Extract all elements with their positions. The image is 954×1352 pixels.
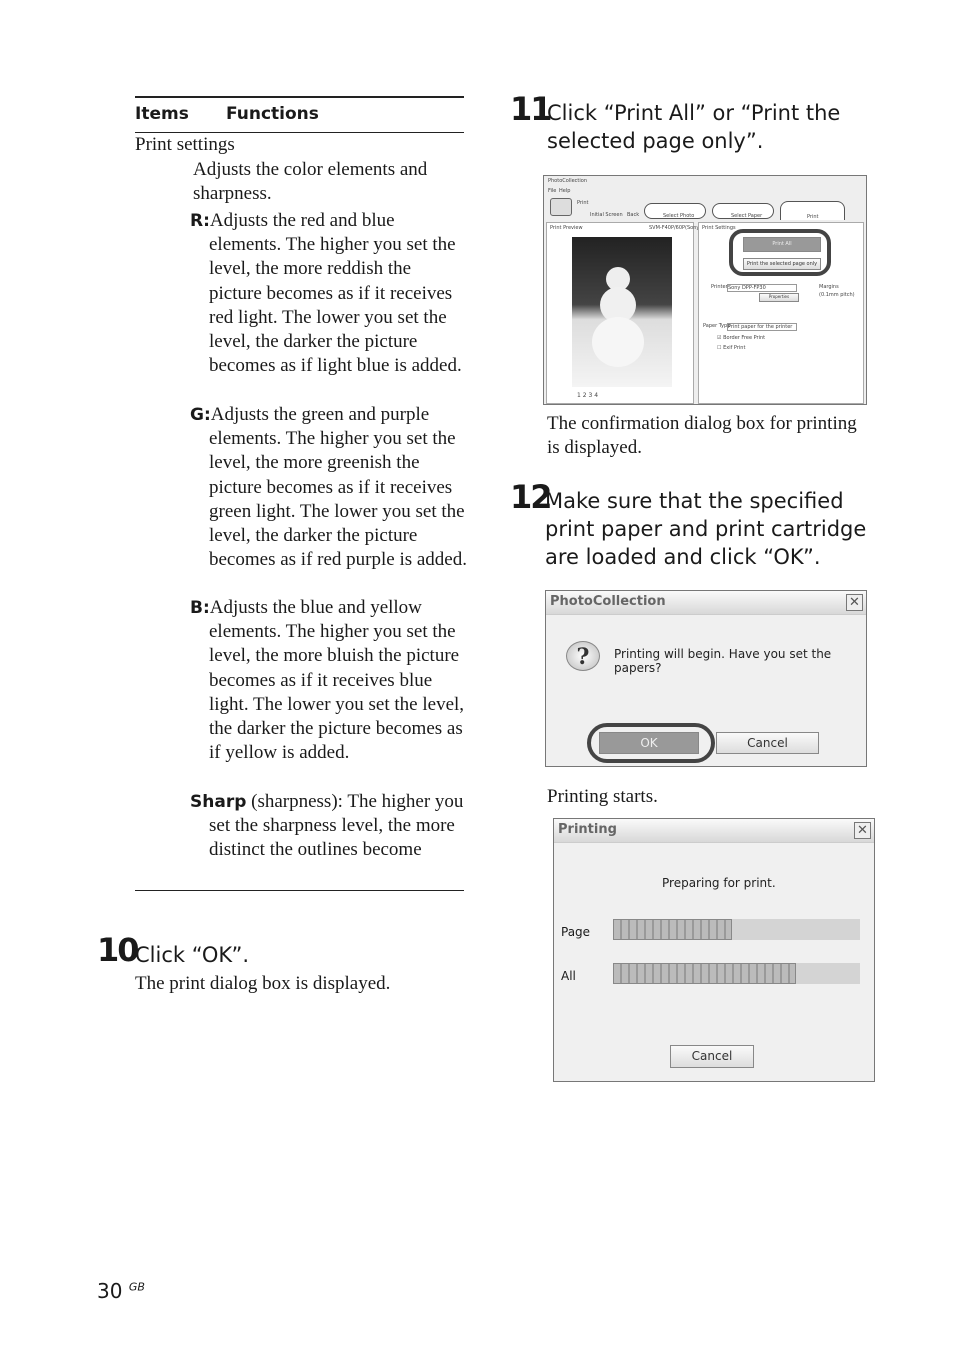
status-text: Preparing for print. (662, 876, 776, 890)
initial-screen-button[interactable]: Initial Screen (590, 212, 623, 218)
printer-select[interactable]: Sony DPP-FP30 (727, 284, 797, 292)
border-free-checkbox[interactable]: ☑ Border Free Print (717, 335, 765, 341)
tab-label: Select Photo (663, 213, 695, 219)
menu-help[interactable]: Help (559, 188, 570, 194)
step-instruction: Click “OK”. (135, 943, 250, 967)
printer-label: Printer (711, 284, 728, 290)
entry-text: Adjusts the red and blue elements. The h… (209, 210, 462, 377)
preview-photo (572, 237, 672, 387)
intro-text: Adjusts the color elements and sharpness… (193, 159, 428, 205)
cancel-button[interactable]: Cancel (670, 1045, 754, 1068)
print-window: PhotoCollection File Help Print Initial … (543, 175, 867, 405)
step-number: 11 (510, 90, 553, 128)
row-label: Print settings (135, 134, 235, 155)
cancel-button[interactable]: Cancel (716, 732, 819, 754)
entry-label: Sharp (190, 792, 247, 812)
tab-label: Select Paper (731, 213, 763, 219)
margins-sub: (0.1mm pitch) (819, 292, 855, 298)
step-instruction: Make sure that the specified print paper… (545, 489, 867, 569)
step-instruction: Click “Print All” or “Print the selected… (547, 101, 841, 153)
back-button[interactable]: Back (627, 212, 639, 218)
print-preview-panel: Print Preview SVM-F40P/60P(Sony) 1 2 3 4 (546, 222, 701, 404)
page-number-value: 30 (97, 1279, 123, 1303)
close-icon[interactable]: ✕ (854, 822, 871, 839)
tab-select-paper[interactable]: Select Paper (712, 203, 774, 219)
step-number: 10 (97, 931, 140, 969)
page-tabs[interactable]: 1 2 3 4 (577, 392, 598, 399)
properties-button[interactable]: Properties (759, 293, 799, 302)
menu-file[interactable]: File (548, 188, 556, 194)
entry-sharp: Sharp (sharpness): The higher you set th… (190, 790, 470, 863)
entry-b: B:Adjusts the blue and yellow elements. … (190, 596, 470, 765)
entry-label: B: (190, 598, 210, 618)
entry-label-suffix: (sharpness): (246, 791, 343, 812)
preview-label: Print Preview (550, 225, 583, 231)
highlight-oval (587, 723, 715, 763)
margins-checkbox[interactable]: Margins (819, 284, 839, 290)
printing-starts-text: Printing starts. (547, 786, 658, 807)
entry-text: Adjusts the blue and yellow elements. Th… (209, 597, 465, 764)
region-code: GB (128, 1280, 145, 1294)
mode-label: Print (577, 200, 589, 206)
question-icon: ? (566, 641, 600, 671)
dialog-title: Printing (554, 819, 874, 843)
tab-label: Print (807, 214, 819, 220)
tab-print[interactable]: Print (780, 201, 845, 220)
all-label: All (561, 969, 576, 983)
printing-dialog: Printing ✕ Preparing for print. Page All… (553, 818, 875, 1082)
header-items: Items (135, 104, 189, 124)
step-result: The print dialog box is displayed. (135, 973, 391, 994)
header-functions: Functions (226, 104, 319, 124)
table-bottom-rule (135, 890, 464, 891)
step-result: The confirmation dialog box for printing… (547, 413, 857, 459)
exif-checkbox[interactable]: ☐ Exif Print (717, 345, 745, 351)
confirm-dialog: PhotoCollection ✕ ? Printing will begin.… (545, 590, 867, 767)
table-top-rule (135, 96, 464, 98)
tab-select-photo[interactable]: Select Photo (644, 203, 706, 219)
entry-label: G: (190, 405, 211, 425)
all-progress-bar (613, 963, 860, 984)
settings-label: Print Settings (702, 225, 736, 231)
entry-text: Adjusts the green and purple elements. T… (209, 404, 467, 571)
printer-id: SVM-F40P/60P(Sony) (649, 225, 702, 231)
highlight-oval (729, 229, 831, 276)
close-icon[interactable]: ✕ (846, 594, 863, 611)
dialog-message: Printing will begin. Have you set the pa… (614, 647, 832, 675)
entry-label: R: (190, 211, 210, 231)
paper-type-select[interactable]: Print paper for the printer (727, 323, 797, 331)
page-number: 30 GB (97, 1279, 145, 1303)
page-progress-bar (613, 919, 860, 940)
print-settings-panel: Print Settings Print All Print the selec… (698, 222, 864, 404)
window-title: PhotoCollection (548, 178, 587, 184)
entry-r: R:Adjusts the red and blue elements. The… (190, 209, 465, 378)
entry-g: G:Adjusts the green and purple elements.… (190, 403, 470, 572)
dialog-title: PhotoCollection (546, 591, 866, 615)
page-label: Page (561, 925, 591, 939)
printer-icon (550, 198, 572, 216)
